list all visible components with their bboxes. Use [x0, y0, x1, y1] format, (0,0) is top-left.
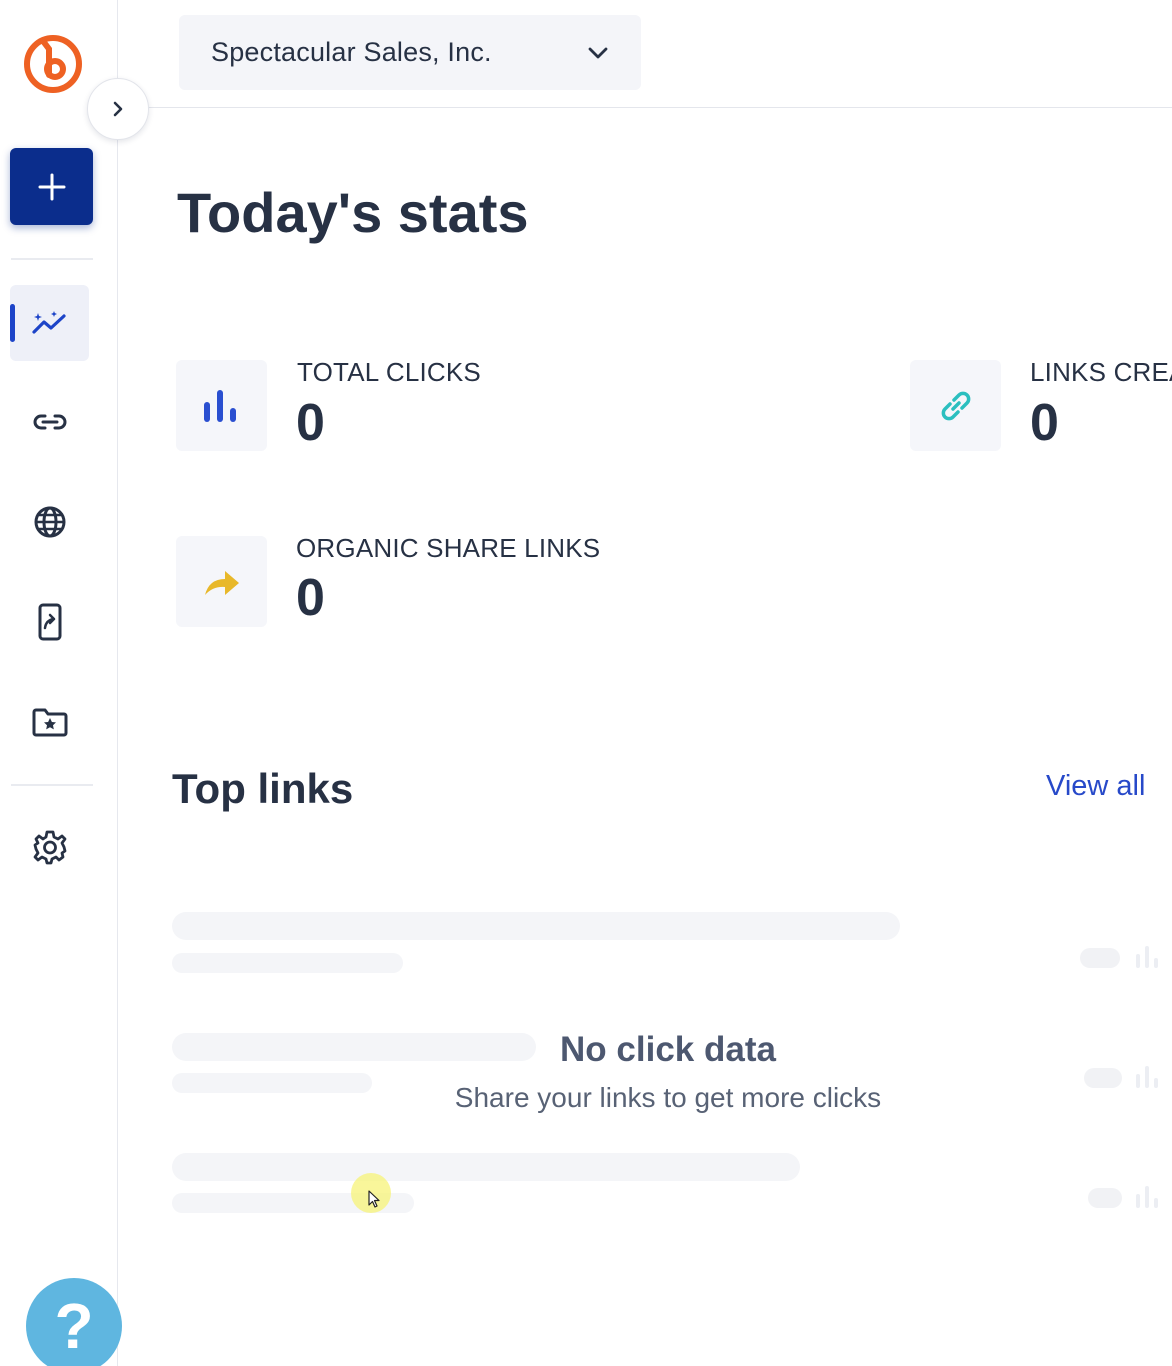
- chevron-down-icon: [588, 47, 608, 58]
- sidebar-item-campaigns[interactable]: [10, 684, 89, 760]
- sidebar: ?: [0, 0, 122, 1366]
- bitly-logo-icon[interactable]: [21, 31, 85, 95]
- link-icon: [941, 391, 970, 420]
- organization-name: Spectacular Sales, Inc.: [211, 37, 492, 67]
- links-created-label: LINKS CREA: [1030, 357, 1172, 387]
- skeleton-row-subtitle: [172, 1073, 372, 1093]
- bar-chart-icon: [203, 389, 236, 422]
- skeleton-pill: [1084, 1068, 1122, 1088]
- organic-share-links-label: ORGANIC SHARE LINKS: [296, 533, 601, 563]
- view-all-link[interactable]: View all: [1046, 770, 1145, 803]
- organic-share-links-value: 0: [296, 569, 325, 627]
- skeleton-pill: [1088, 1188, 1122, 1208]
- mouse-cursor-icon: [368, 1190, 380, 1208]
- globe-icon: [34, 506, 65, 538]
- skeleton-row-title: [172, 912, 900, 940]
- sidebar-item-domains[interactable]: [10, 484, 89, 560]
- organic-share-icon-tile: [176, 536, 267, 627]
- skeleton-row-subtitle: [172, 953, 403, 973]
- total-clicks-label: TOTAL CLICKS: [297, 357, 481, 387]
- top-links-title: Top links: [172, 765, 354, 812]
- mobile-share-icon: [38, 603, 61, 641]
- sidebar-item-links[interactable]: [10, 384, 89, 460]
- header-divider: [118, 107, 1172, 108]
- gear-icon: [33, 830, 66, 865]
- sidebar-item-settings[interactable]: [10, 809, 89, 885]
- bar-chart-icon: [1136, 1186, 1158, 1208]
- links-created-value: 0: [1030, 394, 1059, 452]
- sidebar-divider: [11, 258, 93, 260]
- share-arrow-icon: [204, 570, 239, 595]
- chevron-right-icon: [113, 101, 123, 117]
- bar-chart-icon: [1136, 1066, 1158, 1088]
- page-title: Today's stats: [177, 181, 529, 244]
- sidebar-item-mobile-links[interactable]: [10, 584, 89, 660]
- links-created-icon-tile: [910, 360, 1001, 451]
- sidebar-divider: [11, 784, 93, 786]
- skeleton-row-title: [172, 1153, 800, 1181]
- help-button[interactable]: ?: [26, 1278, 122, 1366]
- sidebar-item-analytics[interactable]: [10, 285, 89, 361]
- plus-icon: [38, 173, 65, 200]
- create-new-button[interactable]: [10, 148, 93, 225]
- organization-select[interactable]: Spectacular Sales, Inc.: [179, 15, 641, 90]
- total-clicks-icon-tile: [176, 360, 267, 451]
- link-icon: [33, 414, 66, 430]
- total-clicks-value: 0: [296, 394, 325, 452]
- folder-star-icon: [32, 708, 67, 737]
- empty-state-subtitle: Share your links to get more clicks: [454, 1082, 882, 1113]
- help-question-icon: ?: [54, 1290, 94, 1362]
- bar-chart-icon: [1136, 946, 1158, 968]
- skeleton-pill: [1080, 948, 1120, 968]
- sidebar-toggle-button[interactable]: [87, 78, 149, 140]
- sparkle-chart-icon: [31, 311, 66, 334]
- empty-state-title: No click data: [560, 1030, 776, 1069]
